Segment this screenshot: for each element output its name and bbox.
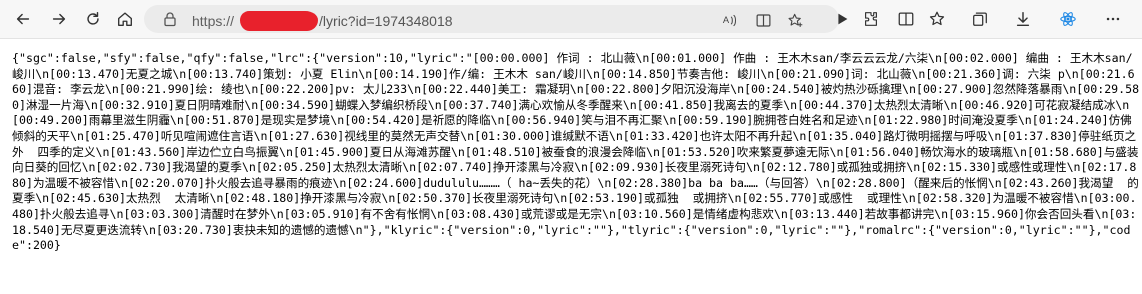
downloads-icon [1016, 11, 1030, 27]
url-suffix: /lyric?id=1974348018 [319, 13, 453, 29]
forward-button[interactable] [44, 4, 74, 34]
read-aloud-icon: A [722, 14, 736, 26]
favorites-button[interactable] [922, 4, 952, 34]
url-text[interactable]: https:// /lyric?id=1974348018 [192, 11, 453, 31]
collections-button[interactable] [965, 4, 995, 34]
more-menu-button[interactable] [1098, 4, 1128, 34]
redacted-domain [240, 11, 319, 31]
split-icon [898, 12, 914, 26]
lock-icon[interactable] [162, 11, 178, 27]
home-button[interactable] [110, 4, 140, 34]
svg-text:A: A [722, 15, 729, 25]
url-prefix: https:// [192, 13, 235, 29]
play-button[interactable] [827, 4, 857, 34]
favorites-icon [929, 11, 945, 26]
home-icon [118, 12, 132, 26]
more-icon [1106, 17, 1120, 21]
split-screen-button[interactable] [752, 9, 774, 31]
read-aloud-button[interactable]: A [719, 9, 741, 31]
raw-json-response: {"sgc":false,"sfy":false,"qfy":false,"lr… [12, 51, 1140, 253]
collections-icon [973, 12, 987, 26]
add-favorite-button[interactable] [784, 9, 806, 31]
play-icon [838, 13, 848, 25]
react-devtools-icon [1060, 12, 1076, 26]
downloads-button[interactable] [1008, 4, 1038, 34]
address-bar[interactable]: https:// /lyric?id=1974348018 A [144, 5, 839, 33]
add-favorite-icon [787, 13, 802, 27]
extension-button[interactable] [856, 4, 886, 34]
split-button[interactable] [891, 4, 921, 34]
extension-icon [865, 12, 877, 26]
back-button[interactable] [8, 4, 38, 34]
browser-toolbar: https:// /lyric?id=1974348018 A [0, 0, 1142, 39]
split-screen-icon [756, 13, 770, 27]
refresh-button[interactable] [78, 4, 108, 34]
forward-icon [52, 13, 66, 25]
react-devtools-button[interactable] [1053, 4, 1083, 34]
refresh-icon [87, 11, 99, 25]
back-icon [16, 13, 30, 25]
